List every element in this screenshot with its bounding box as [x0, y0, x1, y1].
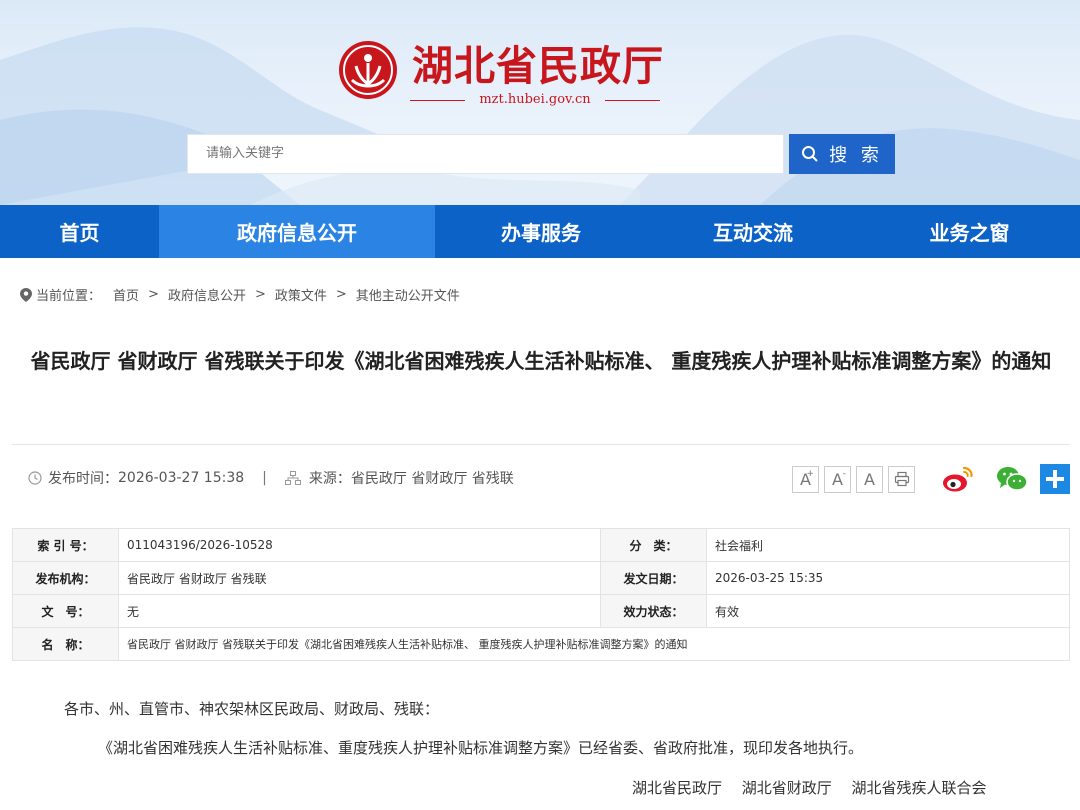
breadcrumb-label: 当前位置：: [36, 289, 102, 304]
wechat-icon: [997, 467, 1028, 491]
date-label: 发文日期：: [600, 561, 707, 595]
table-row: 索 引 号： 011043196/2026-10528 分 类： 社会福利: [12, 528, 1070, 562]
nav-item-services[interactable]: 办事服务: [435, 205, 647, 258]
site-header: 湖北省民政厅 mzt.hubei.gov.cn 搜 索: [0, 0, 1080, 205]
nav-item-business[interactable]: 业务之窗: [859, 205, 1080, 258]
paragraph: 《湖北省困难残疾人生活补贴标准、重度残疾人护理补贴标准调整方案》已经省委、省政府…: [98, 739, 864, 757]
breadcrumb-other-docs[interactable]: 其他主动公开文件: [356, 285, 460, 304]
main-nav: 首页 政府信息公开 办事服务 互动交流 业务之窗: [0, 205, 1080, 258]
nav-item-interaction[interactable]: 互动交流: [647, 205, 859, 258]
share-weibo-button[interactable]: [942, 463, 974, 495]
name-value: 省民政厅 省财政厅 省残联关于印发《湖北省困难残疾人生活补贴标准、 重度残疾人护…: [118, 627, 1070, 661]
org-chart-icon: [284, 471, 301, 485]
emblem-logo-icon: [339, 41, 397, 99]
search-icon: [802, 146, 818, 162]
docno-label: 文 号：: [12, 594, 119, 628]
signature: 湖北省民政厅 湖北省财政厅 湖北省残疾人联合会: [632, 779, 987, 797]
source-label: 来源：: [308, 471, 351, 487]
site-name: 湖北省民政厅: [412, 42, 664, 90]
status-label: 效力状态：: [600, 594, 707, 628]
breadcrumb-sep: >: [148, 287, 159, 302]
index-value: 011043196/2026-10528: [118, 528, 601, 562]
status-value: 有效: [706, 594, 1070, 628]
document-info-table: 索 引 号： 011043196/2026-10528 分 类： 社会福利 发布…: [12, 528, 1070, 661]
breadcrumb-gov-info[interactable]: 政府信息公开: [168, 285, 246, 304]
publish-time: 2026-03-27 15:38: [118, 470, 245, 486]
share-more-button[interactable]: [1040, 464, 1070, 494]
clock-icon: [28, 471, 42, 485]
divider: [12, 444, 1070, 445]
printer-icon: [894, 471, 909, 487]
publish-label: 发布时间：: [48, 471, 118, 487]
name-label: 名 称：: [12, 627, 119, 661]
breadcrumb-sep: >: [254, 287, 266, 302]
date-value: 2026-03-25 15:35: [706, 561, 1070, 595]
article-meta: 发布时间： 2026-03-27 15:38 | 来源： 省民政厅 省财政厅 省…: [28, 468, 514, 488]
font-reset-button[interactable]: A: [856, 465, 883, 493]
search-button-label: 搜 索: [829, 145, 883, 166]
issuer-value: 省民政厅 省财政厅 省残联: [118, 561, 601, 595]
issuer-label: 发布机构：: [12, 561, 119, 595]
source-value: 省民政厅 省财政厅 省残联: [350, 471, 514, 487]
table-row: 名 称： 省民政厅 省财政厅 省残联关于印发《湖北省困难残疾人生活补贴标准、 重…: [12, 627, 1070, 661]
salutation: 各市、州、直管市、神农架林区民政局、财政局、残联：: [64, 700, 440, 718]
nav-item-home[interactable]: 首页: [0, 205, 159, 258]
category-label: 分 类：: [600, 528, 707, 562]
font-increase-button[interactable]: A +: [792, 465, 819, 493]
search-input[interactable]: [187, 134, 784, 174]
category-value: 社会福利: [706, 528, 1070, 562]
breadcrumb: 当前位置： 首页 > 政府信息公开 > 政策文件 > 其他主动公开文件: [20, 285, 460, 304]
meta-divider: |: [262, 470, 267, 486]
print-button[interactable]: [888, 465, 915, 493]
breadcrumb-sep: >: [335, 287, 347, 302]
weibo-icon: [943, 466, 973, 492]
table-row: 文 号： 无 效力状态： 有效: [12, 594, 1070, 628]
article-title: 省民政厅 省财政厅 省残联关于印发《湖北省困难残疾人生活补贴标准、 重度残疾人护…: [30, 349, 1052, 373]
index-label: 索 引 号：: [12, 528, 119, 562]
location-pin-icon: [20, 287, 32, 302]
article-tools: A + A- A: [792, 463, 1070, 495]
breadcrumb-policy-docs[interactable]: 政策文件: [275, 285, 327, 304]
nav-item-gov-info[interactable]: 政府信息公开: [159, 205, 435, 258]
font-decrease-button[interactable]: A-: [824, 465, 851, 493]
docno-value: 无: [118, 594, 601, 628]
content-area: 当前位置： 首页 > 政府信息公开 > 政策文件 > 其他主动公开文件 省民政厅…: [12, 258, 1070, 810]
share-wechat-button[interactable]: [996, 463, 1028, 495]
search-button[interactable]: 搜 索: [789, 134, 895, 174]
site-domain: mzt.hubei.gov.cn: [410, 92, 660, 108]
plus-icon: [1046, 470, 1064, 488]
breadcrumb-home[interactable]: 首页: [113, 285, 139, 304]
table-row: 发布机构： 省民政厅 省财政厅 省残联 发文日期： 2026-03-25 15:…: [12, 561, 1070, 595]
